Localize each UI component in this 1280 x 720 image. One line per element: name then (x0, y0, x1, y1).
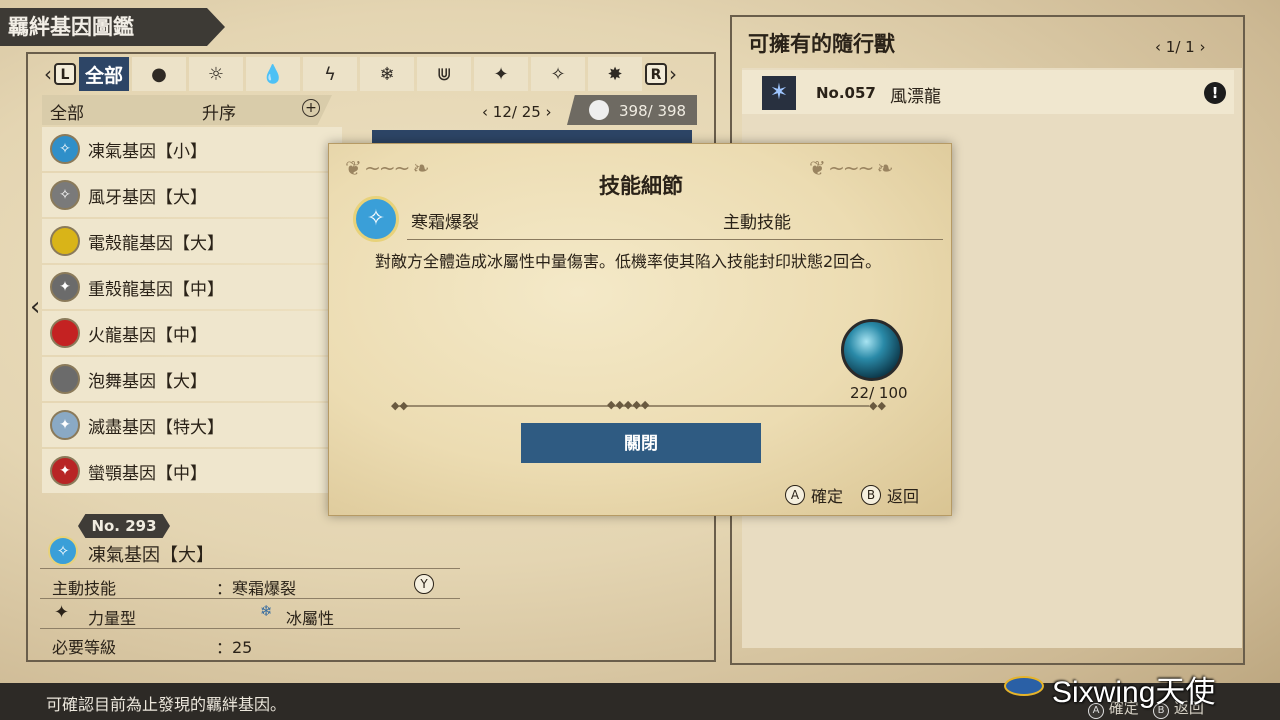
divider (407, 239, 943, 240)
skill-name: 寒霜爆裂 (411, 213, 479, 233)
confirm-label: 確定 (811, 487, 844, 506)
diamond-ornament: ◆◆ (391, 399, 408, 412)
dialog-title: 技能細節 (599, 174, 683, 198)
diamond-ornament: ◆◆ (869, 399, 886, 412)
back-label: 返回 (887, 487, 920, 506)
b-button-icon[interactable]: B (861, 485, 882, 505)
close-button[interactable]: 關閉 (521, 423, 761, 463)
ice-skill-icon: ✧ (353, 196, 399, 242)
diamond-ornament: ◆◆◆◆◆ (607, 398, 650, 411)
dialog-controls: A 確定 B 返回 (785, 483, 919, 507)
skill-type: 主動技能 (723, 213, 791, 233)
skill-detail-dialog: ❦ ~~~ ❧ ❦ ~~~ ❧ 技能細節 ✧ 寒霜爆裂 主動技能 對敵方全體造成… (328, 143, 952, 516)
kinship-orb-icon (841, 319, 903, 381)
a-button-icon[interactable]: A (785, 485, 805, 505)
skill-description: 對敵方全體造成冰屬性中量傷害。低機率使其陷入技能封印狀態2回合。 (375, 252, 882, 271)
